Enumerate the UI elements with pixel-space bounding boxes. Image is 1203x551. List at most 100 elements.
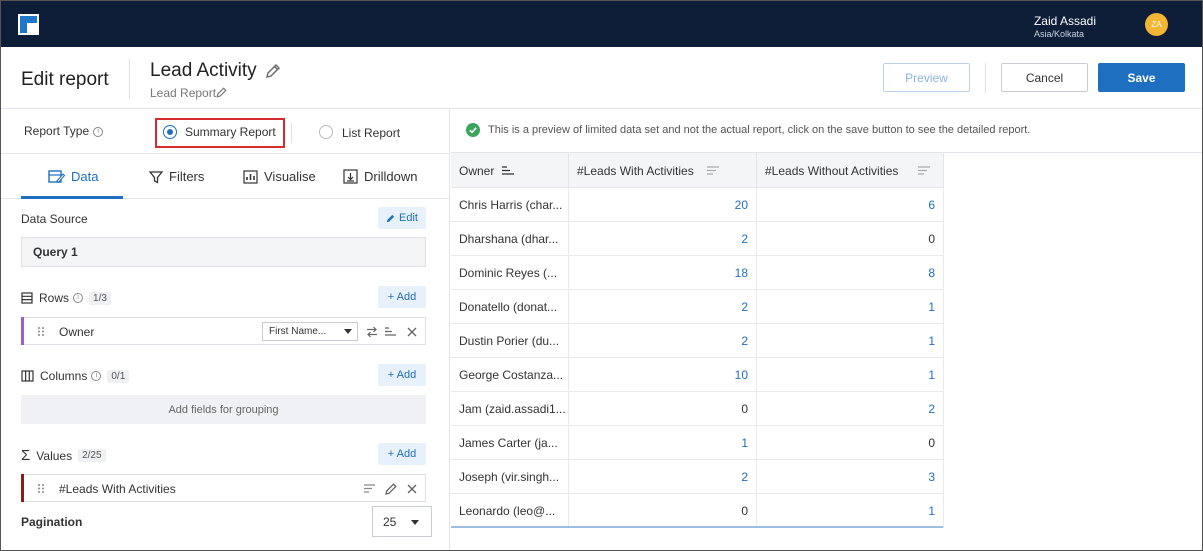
summary-report-radio[interactable]: [163, 125, 177, 139]
drag-handle-icon[interactable]: [37, 326, 45, 337]
report-type-row: Report Type i Summary Report List Report: [1, 109, 450, 154]
close-icon[interactable]: [405, 325, 419, 339]
save-button[interactable]: Save: [1098, 63, 1185, 92]
summary-report-label[interactable]: Summary Report: [185, 125, 276, 139]
add-row-button[interactable]: + Add: [378, 286, 426, 308]
table-row[interactable]: Joseph (vir.singh... 2 3: [451, 460, 944, 494]
leads-with-activities-cell[interactable]: 10: [569, 358, 757, 392]
avatar[interactable]: ZA: [1145, 13, 1168, 36]
filter-icon: [149, 170, 163, 184]
owner-cell: Joseph (vir.singh...: [451, 460, 569, 494]
user-name[interactable]: Zaid Assadi: [1034, 14, 1096, 28]
user-timezone: Asia/Kolkata: [1033, 29, 1084, 39]
rows-info-icon[interactable]: i: [73, 293, 84, 303]
leads-with-activities-cell[interactable]: 1: [569, 426, 757, 460]
table-row[interactable]: Jam (zaid.assadi1... 0 2: [451, 392, 944, 426]
query-field[interactable]: Query 1: [21, 237, 426, 267]
top-bar: Zaid Assadi Asia/Kolkata ZA: [1, 1, 1202, 47]
table-header: Owner #Leads With Activities #Leads With…: [451, 153, 944, 188]
table-row[interactable]: Dustin Porier (du... 2 1: [451, 324, 944, 358]
leads-without-activities-cell[interactable]: 8: [757, 256, 944, 290]
leads-with-activities-cell[interactable]: 2: [569, 324, 757, 358]
column-header-owner[interactable]: Owner: [451, 153, 569, 188]
leads-without-activities-cell[interactable]: 1: [757, 358, 944, 392]
tab-visualise[interactable]: Visualise: [243, 154, 316, 199]
leads-without-activities-cell[interactable]: 1: [757, 290, 944, 324]
tab-filters[interactable]: Filters: [149, 154, 204, 199]
edit-data-source-button[interactable]: Edit: [378, 207, 426, 229]
preview-panel: This is a preview of limited data set an…: [451, 109, 1202, 550]
leads-without-activities-cell[interactable]: 0: [757, 426, 944, 460]
columns-icon: [21, 370, 34, 382]
report-type-label-text: Report Type: [24, 124, 90, 138]
tab-data[interactable]: Data: [48, 154, 98, 199]
add-value-button[interactable]: + Add: [378, 443, 426, 465]
table-row[interactable]: George Costanza... 10 1: [451, 358, 944, 392]
edit-report-name-icon[interactable]: [264, 62, 282, 80]
notice-text: This is a preview of limited data set an…: [488, 124, 1031, 136]
table-row[interactable]: Leonardo (leo@... 0 1: [451, 494, 944, 528]
leads-without-activities-cell[interactable]: 2: [757, 392, 944, 426]
leads-without-activities-cell[interactable]: 3: [757, 460, 944, 494]
values-label-text: Values: [36, 448, 73, 463]
leads-with-activities-cell[interactable]: 0: [569, 494, 757, 528]
leads-with-activities-cell[interactable]: 0: [569, 392, 757, 426]
add-column-button[interactable]: + Add: [378, 364, 426, 386]
header-divider: [129, 59, 130, 99]
cancel-button[interactable]: Cancel: [1001, 63, 1088, 92]
sort-icon[interactable]: [384, 325, 398, 339]
tab-drilldown[interactable]: Drilldown: [343, 154, 417, 199]
data-icon: [48, 170, 65, 184]
leads-without-activities-cell[interactable]: 1: [757, 324, 944, 358]
report-name: Lead Activity: [150, 60, 257, 81]
leads-with-activities-cell[interactable]: 2: [569, 222, 757, 256]
table-row[interactable]: Donatello (donat... 2 1: [451, 290, 944, 324]
app-logo[interactable]: [18, 14, 39, 35]
close-icon[interactable]: [405, 482, 419, 496]
data-source-label-text: Data Source: [21, 212, 88, 226]
owner-cell: Chris Harris (char...: [451, 188, 569, 222]
sort-icon[interactable]: [363, 482, 377, 496]
leads-with-activities-cell[interactable]: 2: [569, 460, 757, 494]
sort-icon[interactable]: [707, 166, 719, 175]
columns-drop-zone[interactable]: Add fields for grouping: [21, 395, 426, 424]
tab-visualise-label: Visualise: [264, 169, 316, 184]
column-header-with-activities[interactable]: #Leads With Activities: [569, 153, 757, 188]
info-icon[interactable]: i: [93, 126, 104, 137]
data-source-label: Data Source: [21, 212, 88, 226]
row-field-owner[interactable]: Owner First Name...: [21, 317, 426, 345]
owner-cell: Dharshana (dhar...: [451, 222, 569, 256]
row-format-value: First Name...: [269, 326, 327, 337]
table-row[interactable]: James Carter (ja... 1 0: [451, 426, 944, 460]
columns-info-icon[interactable]: i: [91, 371, 102, 381]
preview-notice: This is a preview of limited data set an…: [451, 109, 1202, 153]
leads-with-activities-cell[interactable]: 20: [569, 188, 757, 222]
drag-handle-icon[interactable]: [37, 483, 45, 494]
pagination-select[interactable]: 25: [372, 506, 432, 537]
owner-cell: George Costanza...: [451, 358, 569, 392]
button-divider: [985, 63, 986, 93]
table-row[interactable]: Chris Harris (char... 20 6: [451, 188, 944, 222]
page-title: Edit report: [21, 69, 109, 90]
list-report-label[interactable]: List Report: [342, 126, 400, 140]
leads-without-activities-cell[interactable]: 1: [757, 494, 944, 528]
value-field-leads-with-activities[interactable]: #Leads With Activities: [21, 474, 426, 502]
preview-button[interactable]: Preview: [883, 63, 970, 92]
leads-with-activities-cell[interactable]: 2: [569, 290, 757, 324]
table-row[interactable]: Dharshana (dhar... 2 0: [451, 222, 944, 256]
leads-without-activities-cell[interactable]: 6: [757, 188, 944, 222]
edit-report-subtitle-icon[interactable]: [215, 86, 228, 99]
row-format-select[interactable]: First Name...: [262, 322, 358, 341]
owner-cell: Dominic Reyes (...: [451, 256, 569, 290]
column-header-without-activities[interactable]: #Leads Without Activities: [757, 153, 944, 188]
leads-with-activities-cell[interactable]: 18: [569, 256, 757, 290]
value-field-accent: [21, 474, 24, 502]
list-report-radio[interactable]: [319, 125, 333, 139]
leads-without-activities-cell[interactable]: 0: [757, 222, 944, 256]
pencil-icon[interactable]: [384, 482, 398, 496]
sort-icon[interactable]: [918, 166, 930, 175]
table-row[interactable]: Dominic Reyes (... 18 8: [451, 256, 944, 290]
owner-cell: Dustin Porier (du...: [451, 324, 569, 358]
swap-icon[interactable]: [365, 325, 379, 339]
sort-icon[interactable]: [502, 166, 514, 175]
